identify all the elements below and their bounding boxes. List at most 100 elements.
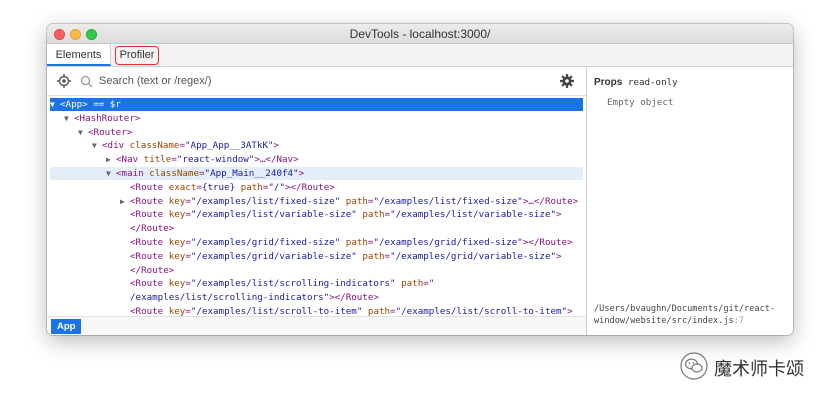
element-tag-close: ></Route> (522, 237, 573, 248)
settings-gear-icon[interactable] (559, 73, 575, 89)
tree-row[interactable]: </Route> (50, 222, 583, 235)
attr-value: "App_App__3ATkK" (185, 140, 274, 152)
attr-name: key (168, 250, 186, 262)
attr-value: "/examples/list/scrolling-indicators" (190, 278, 402, 290)
tree-row[interactable]: ▼ <Router> (50, 126, 583, 139)
source-path: /Users/bvaughn/Documents/git/react-windo… (594, 304, 776, 326)
attr-name: path (362, 209, 385, 221)
tree-row[interactable]: ▼ <HashRouter> (50, 112, 583, 125)
search-icon (80, 75, 93, 88)
element-tag: <Route (130, 195, 169, 207)
element-tag: <Route (130, 306, 169, 316)
element-tag: <Route (130, 278, 169, 290)
attr-value: " (428, 278, 435, 290)
expanded-caret-icon[interactable]: ▼ (64, 112, 74, 125)
attr-name: key (168, 195, 186, 207)
attr-value: "/examples/list/scroll-to-item" (190, 306, 368, 316)
element-tag-close: > (556, 250, 562, 262)
tree-row[interactable]: <Route exact={true} path="/"></Route> (50, 181, 583, 194)
element-tag-close: >…</Route> (522, 195, 579, 207)
tree-row[interactable]: <Route key="/examples/grid/variable-size… (50, 250, 583, 263)
element-tag: <div (102, 140, 130, 152)
attr-value: "/examples/list/fixed-size" (373, 195, 523, 207)
element-tag-close: > (273, 140, 280, 152)
attr-name: key (168, 306, 186, 316)
attr-name: path (401, 278, 424, 290)
props-empty-value: Empty object (607, 97, 674, 108)
tree-row[interactable]: ▶ <Route key="/examples/list/fixed-size" … (50, 195, 583, 208)
attr-name: path (367, 306, 391, 316)
props-pane: Props read-only Empty object /Users/bvau… (587, 67, 793, 335)
source-line: :7 (733, 316, 745, 326)
element-tag: <Route (130, 250, 169, 262)
attr-value: "/" (268, 181, 285, 193)
element-tag: <Route (130, 181, 169, 193)
element-tag: <App> (60, 99, 88, 110)
status-bar: App (47, 316, 586, 335)
source-location[interactable]: /Users/bvaughn/Documents/git/react-windo… (594, 303, 789, 327)
element-tag-close: > (298, 168, 305, 179)
element-tag: <main (116, 168, 150, 179)
props-readonly-label: read-only (627, 77, 678, 88)
elements-toolbar (47, 67, 586, 96)
component-tree[interactable]: ▼ <App> == $r ▼ <HashRouter> ▼ <Router> ▼ <div … (47, 96, 586, 316)
element-tag-close: ></Route> (329, 292, 379, 304)
window-title: DevTools - localhost:3000/ (349, 27, 491, 41)
tree-row[interactable]: ▼ <div className="App_App__3ATkK"> (50, 139, 583, 152)
search-input[interactable] (99, 72, 539, 90)
tree-row[interactable]: ▼ <main className="App_Main__240f4"> (50, 167, 583, 180)
element-tag: <Nav (116, 154, 144, 166)
attr-name: key (168, 278, 186, 290)
tab-profiler[interactable]: Profiler (115, 46, 159, 65)
wechat-icon (680, 352, 708, 380)
attr-name: path (345, 237, 368, 248)
tree-row[interactable]: ▶ <Nav title="react-window">…</Nav> (50, 153, 583, 166)
title-bar: DevTools - localhost:3000/ (47, 24, 793, 44)
expanded-caret-icon[interactable]: ▼ (50, 98, 60, 111)
attr-name: exact (168, 181, 197, 193)
attr-value: "/examples/grid/variable-size" (190, 250, 363, 262)
element-tag-close: > (567, 306, 573, 316)
tree-row[interactable]: <Route key="/examples/list/variable-size… (50, 208, 583, 221)
breadcrumb-app[interactable]: App (51, 319, 82, 334)
props-label: Props (594, 77, 623, 88)
attr-value: "/examples/grid/variable-size" (390, 250, 557, 262)
attr-value: {true} (201, 181, 241, 193)
watermark-text: 魔术师卡颂 (714, 359, 804, 380)
element-tag-close: > (556, 209, 562, 221)
tree-row[interactable]: </Route> (50, 264, 583, 277)
element-tag: </Route> (130, 264, 175, 276)
element-tag: <Router> (88, 126, 133, 138)
attr-value: "/examples/list/variable-size" (190, 209, 363, 221)
tree-row[interactable]: /examples/list/scrolling-indicators"></R… (50, 291, 583, 304)
collapsed-caret-icon[interactable]: ▶ (106, 153, 116, 166)
attr-value: "react-window" (176, 154, 255, 166)
tab-elements[interactable]: Elements (47, 44, 111, 66)
attr-value: "App_Main__240f4" (204, 168, 299, 179)
attr-name: key (168, 209, 186, 221)
expanded-caret-icon[interactable]: ▼ (78, 126, 88, 139)
element-tag-close: >…</Nav> (254, 154, 299, 166)
attr-name: path (240, 181, 263, 193)
attr-name: key (168, 237, 186, 248)
tree-row[interactable]: <Route key="/examples/list/scroll-to-ite… (50, 305, 583, 316)
console-ref: == $r (87, 99, 121, 110)
select-element-icon[interactable] (57, 74, 71, 88)
attr-name: path (345, 195, 368, 207)
element-tag: <HashRouter> (74, 112, 141, 124)
expanded-caret-icon[interactable]: ▼ (106, 167, 116, 180)
attr-value: "/examples/list/fixed-size" (190, 195, 346, 207)
tree-row[interactable]: <Route key="/examples/list/scrolling-ind… (50, 277, 583, 290)
element-tag: </Route> (130, 223, 175, 235)
attr-name: path (362, 250, 385, 262)
element-tag-close: ></Route> (284, 181, 335, 193)
devtools-window: DevTools - localhost:3000/ Elements Prof… (47, 24, 793, 335)
collapsed-caret-icon[interactable]: ▶ (120, 195, 130, 208)
props-header: Props read-only (594, 77, 678, 88)
tree-row[interactable]: ▼ <App> == $r (50, 98, 583, 111)
attr-name: title (143, 154, 172, 166)
expanded-caret-icon[interactable]: ▼ (92, 139, 102, 152)
tree-row[interactable]: <Route key="/examples/grid/fixed-size" p… (50, 236, 583, 249)
attr-value: "/examples/list/scroll-to-item" (395, 306, 568, 316)
element-tag: <Route (130, 209, 169, 221)
